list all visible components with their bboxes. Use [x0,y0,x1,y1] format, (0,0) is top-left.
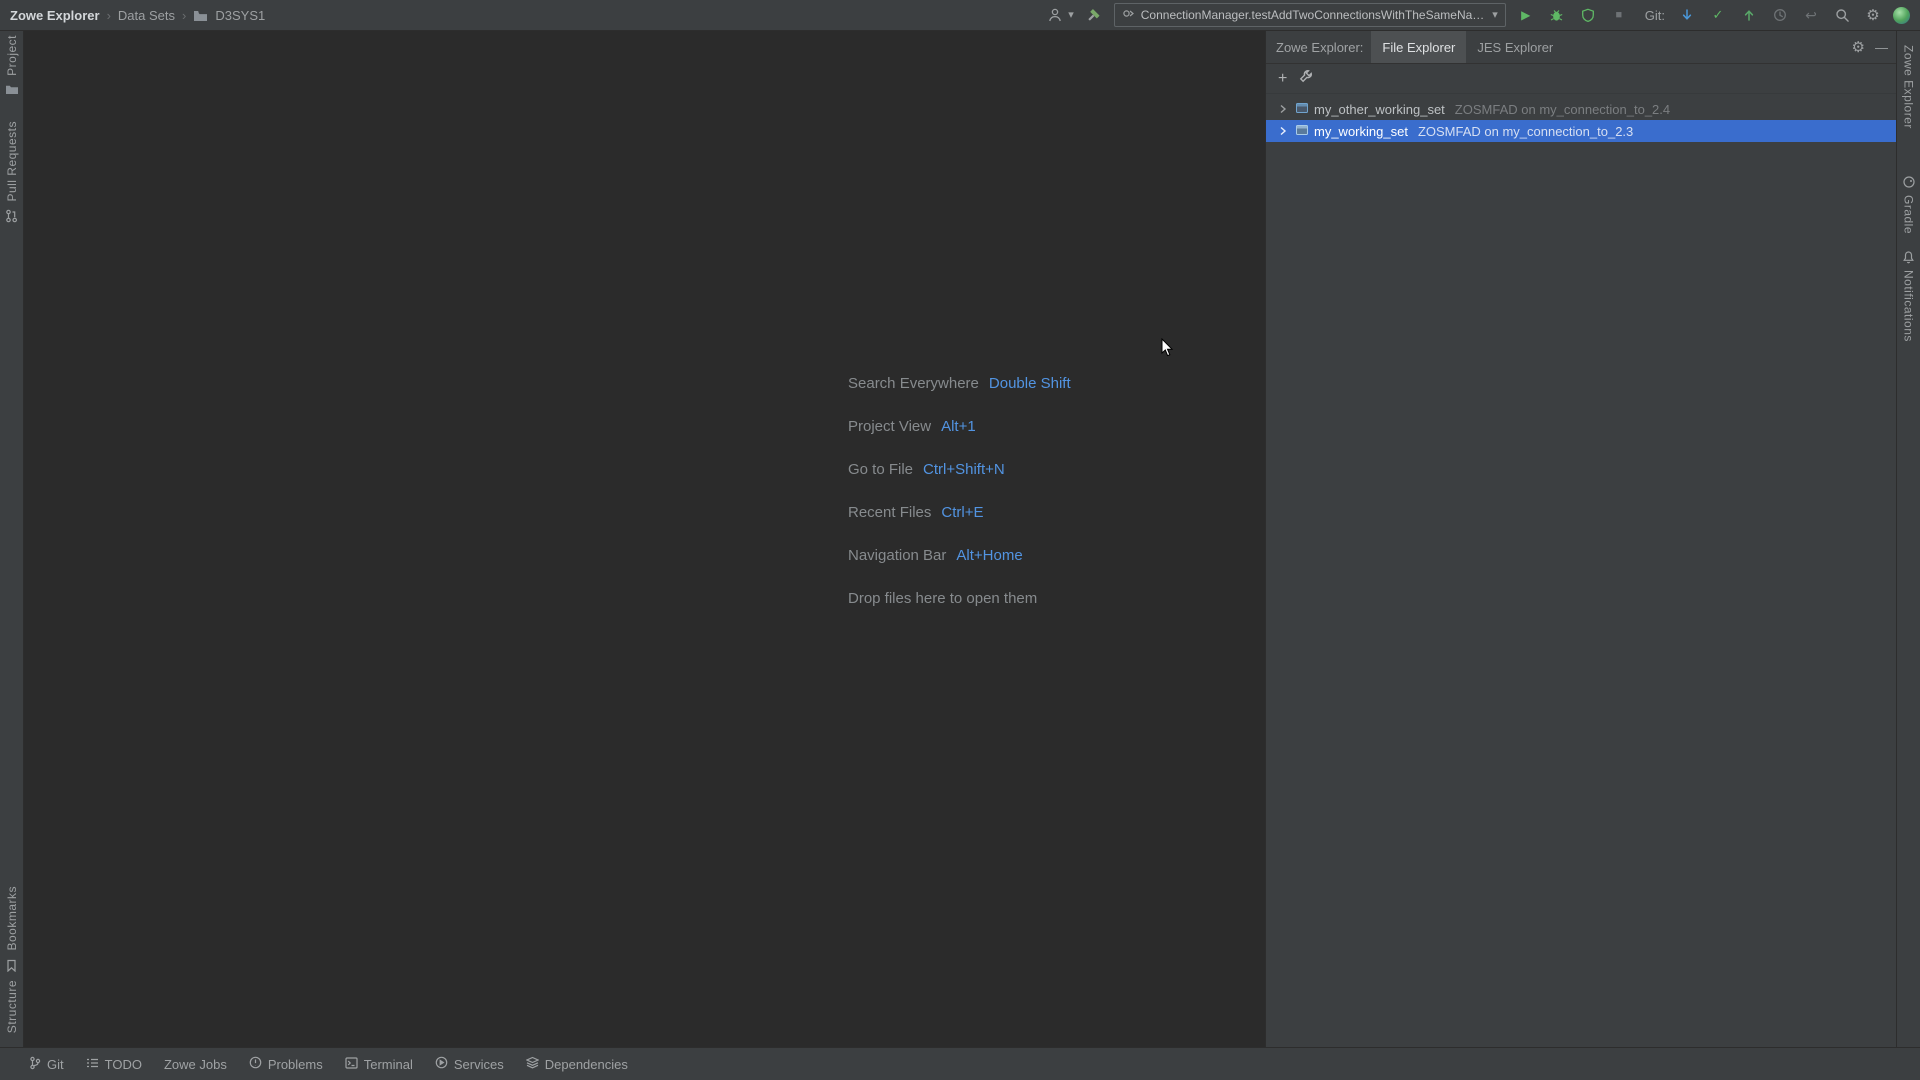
project-folder-icon[interactable] [5,83,19,95]
chevron-right-icon: › [182,7,187,23]
status-item-terminal[interactable]: Terminal [334,1048,424,1080]
breadcrumb-datasets[interactable]: Data Sets [118,8,175,23]
sidebar-item-pull-requests[interactable]: Pull Requests [5,121,19,202]
tab-jes-explorer[interactable]: JES Explorer [1466,31,1564,63]
toolbar-actions: ▾ ConnectionManager.testAddTwoConnection… [1044,3,1910,27]
breadcrumb-node[interactable]: D3SYS1 [215,8,265,23]
zowe-explorer-tool-window: Zowe Explorer: File Explorer JES Explore… [1265,31,1896,1047]
run-button[interactable]: ▶ [1515,4,1537,26]
status-item-git[interactable]: Git [18,1048,75,1080]
tab-file-explorer[interactable]: File Explorer [1371,31,1467,63]
sidebar-item-gradle[interactable]: Gradle [1902,195,1916,234]
chevron-down-icon: ▾ [1068,8,1074,21]
tree-row-other-working-set[interactable]: my_other_working_set ZOSMFAD on my_conne… [1266,98,1896,120]
hint-recent-files: Recent Files Ctrl+E [848,504,984,521]
git-push-icon[interactable] [1738,4,1760,26]
chevron-down-icon: ▾ [1492,8,1498,21]
hint-navigation-bar: Navigation Bar Alt+Home [848,547,1023,564]
problems-icon [249,1056,262,1072]
status-bar: Git TODO Zowe Jobs Problems Terminal Ser… [0,1047,1920,1080]
run-configuration-name: ConnectionManager.testAddTwoConnectionsW… [1140,8,1487,22]
rollback-icon[interactable]: ↩ [1800,4,1822,26]
left-tool-stripe: Project Pull Requests Bookmarks Structur… [0,31,24,1047]
main-toolbar: Zowe Explorer › Data Sets › D3SYS1 ▾ Con… [0,0,1920,31]
hint-go-to-file: Go to File Ctrl+Shift+N [848,461,1005,478]
chevron-right-icon: › [106,7,111,23]
expand-chevron-icon[interactable] [1276,126,1290,136]
editor-area[interactable]: Search Everywhere Double Shift Project V… [24,31,1265,1047]
todo-list-icon [86,1057,99,1072]
folder-icon [193,9,208,22]
status-item-services[interactable]: Services [424,1048,515,1080]
sidebar-item-zowe-explorer[interactable]: Zowe Explorer [1902,45,1916,129]
profile-status-icon[interactable] [1893,6,1910,24]
breadcrumb: Zowe Explorer › Data Sets › D3SYS1 [10,8,265,23]
add-working-set-icon[interactable]: + [1278,70,1287,87]
wrench-settings-icon[interactable] [1299,69,1313,88]
tool-window-toolbar: + [1266,64,1896,94]
run-config-type-icon [1122,7,1135,23]
sidebar-item-structure[interactable]: Structure [5,980,19,1033]
hint-project-view: Project View Alt+1 [848,418,976,435]
working-set-icon [1295,101,1309,118]
hint-search-everywhere: Search Everywhere Double Shift [848,375,1071,392]
notifications-bell-icon[interactable] [1902,250,1915,264]
terminal-icon [345,1056,358,1072]
working-set-detail: ZOSMFAD on my_connection_to_2.4 [1454,101,1671,117]
build-hammer-button[interactable] [1083,4,1105,26]
git-commit-icon[interactable]: ✓ [1707,4,1729,26]
main-area: Project Pull Requests Bookmarks Structur… [0,31,1920,1047]
user-avatar-button[interactable]: ▾ [1044,4,1074,26]
dependencies-icon [525,1056,540,1072]
ide-window: Zowe Explorer › Data Sets › D3SYS1 ▾ Con… [0,0,1920,1080]
expand-chevron-icon[interactable] [1276,104,1290,114]
run-configuration-select[interactable]: ConnectionManager.testAddTwoConnectionsW… [1113,3,1506,27]
search-icon[interactable] [1831,4,1853,26]
services-icon [435,1056,448,1072]
git-widget-label: Git: [1644,7,1665,23]
tool-window-title: Zowe Explorer: [1276,39,1364,55]
pull-requests-icon[interactable] [5,209,18,223]
working-set-tree: my_other_working_set ZOSMFAD on my_conne… [1266,94,1896,142]
status-item-zowe-jobs[interactable]: Zowe Jobs [153,1048,238,1080]
sidebar-item-project[interactable]: Project [5,35,19,76]
mouse-cursor [1161,337,1174,362]
tool-window-actions: ⚙ — [1852,38,1888,56]
sidebar-item-notifications[interactable]: Notifications [1902,270,1916,342]
status-item-dependencies[interactable]: Dependencies [515,1048,639,1080]
editor-shortcut-hints: Search Everywhere Double Shift Project V… [848,375,1071,607]
tool-window-gear-icon[interactable]: ⚙ [1852,38,1865,56]
bookmark-icon[interactable] [6,959,17,972]
stop-button[interactable]: ■ [1608,4,1630,26]
run-with-coverage-button[interactable] [1577,4,1599,26]
working-set-name: my_other_working_set [1314,101,1445,117]
sidebar-item-bookmarks[interactable]: Bookmarks [5,886,19,951]
history-icon[interactable] [1769,4,1791,26]
settings-gear-icon[interactable]: ⚙ [1862,4,1884,26]
working-set-icon [1295,123,1309,140]
git-branch-icon [29,1056,41,1073]
working-set-name: my_working_set [1314,123,1408,139]
debug-button[interactable] [1546,4,1568,26]
working-set-detail: ZOSMFAD on my_connection_to_2.3 [1417,123,1634,139]
avatar-icon [1044,4,1066,26]
right-tool-stripe: Zowe Explorer Gradle Notifications [1896,31,1920,1047]
minimize-icon[interactable]: — [1875,41,1888,54]
breadcrumb-root[interactable]: Zowe Explorer [10,8,100,23]
tree-row-working-set-selected[interactable]: my_working_set ZOSMFAD on my_connection_… [1266,120,1896,142]
hint-drop-files: Drop files here to open them [848,590,1038,607]
tool-window-header: Zowe Explorer: File Explorer JES Explore… [1266,31,1896,64]
gradle-icon[interactable] [1902,175,1916,189]
status-item-problems[interactable]: Problems [238,1048,334,1080]
git-update-icon[interactable] [1676,4,1698,26]
status-item-todo[interactable]: TODO [75,1048,153,1080]
